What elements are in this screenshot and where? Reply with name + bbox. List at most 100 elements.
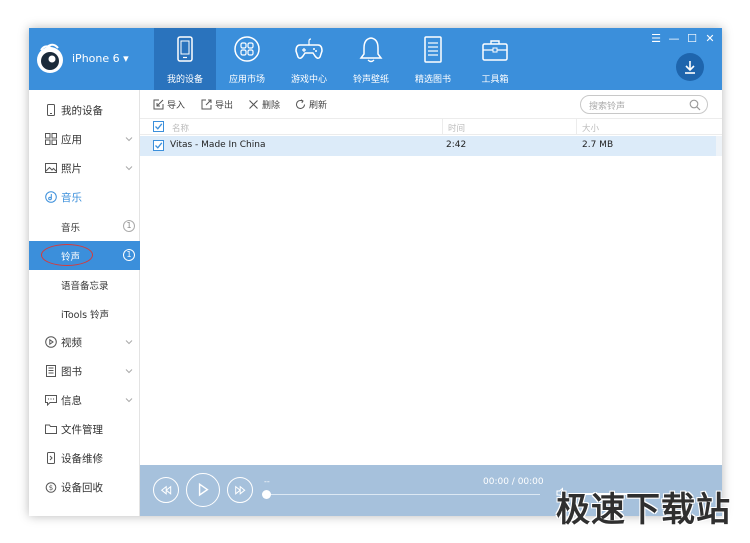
close-icon[interactable]: ✕: [704, 32, 716, 45]
refresh-button[interactable]: 刷新: [295, 98, 327, 111]
watermark-text: 极速下载站: [556, 490, 731, 530]
next-button[interactable]: [227, 477, 253, 503]
sidebar-item-label: 音乐: [61, 222, 81, 234]
table-header: 名称 时间 大小: [140, 119, 722, 135]
table-row[interactable]: Vitas - Made In China 2:42 2.7 MB: [140, 136, 716, 156]
maximize-icon[interactable]: ☐: [686, 32, 698, 45]
sidebar-item-label: iTools 铃声: [61, 309, 110, 321]
refresh-label: 刷新: [309, 101, 328, 111]
sidebar-item-music[interactable]: 音乐: [29, 183, 140, 212]
chevron-down-icon[interactable]: [125, 396, 133, 404]
row-size: 2.7 MB: [582, 140, 614, 150]
playback-time: 00:00 / 00:00: [483, 477, 544, 487]
search-placeholder: 搜索铃声: [589, 102, 626, 112]
minimize-icon[interactable]: —: [668, 32, 680, 45]
sidebar-item-label: 照片: [61, 163, 82, 175]
menu-icon[interactable]: ☰: [650, 32, 662, 45]
tab-game-center[interactable]: 游戏中心: [278, 28, 340, 90]
search-icon[interactable]: [689, 99, 701, 111]
repair-icon: [47, 452, 55, 464]
import-button[interactable]: 导入: [153, 98, 185, 111]
fast-forward-icon: [235, 485, 246, 495]
column-divider[interactable]: [576, 119, 577, 135]
export-button[interactable]: 导出: [201, 98, 233, 111]
select-all-checkbox[interactable]: [153, 121, 164, 132]
column-header-size[interactable]: 大小: [582, 122, 599, 134]
delete-button[interactable]: 删除: [248, 98, 280, 111]
tab-label: 工具箱: [481, 75, 509, 85]
sidebar-item-my-device[interactable]: 我的设备: [29, 96, 140, 125]
video-icon: [45, 336, 57, 348]
count-badge: 1: [123, 249, 135, 261]
folder-icon: [45, 424, 57, 434]
chevron-down-icon[interactable]: [125, 135, 133, 143]
play-button[interactable]: [186, 473, 220, 507]
column-header-name[interactable]: 名称: [172, 122, 189, 134]
sidebar-item-device-repair[interactable]: 设备维修: [29, 444, 140, 473]
window-controls: ☰ — ☐ ✕: [650, 32, 716, 45]
phone-icon: [177, 36, 193, 62]
music-icon: [45, 191, 57, 203]
svg-text:$: $: [49, 484, 53, 492]
row-time: 2:42: [446, 140, 467, 150]
count-badge: 1: [123, 220, 135, 232]
progress-track[interactable]: [266, 494, 540, 495]
sidebar-item-file-manager[interactable]: 文件管理: [29, 415, 140, 444]
books-icon: [46, 365, 56, 377]
sidebar-item-messages[interactable]: 信息: [29, 386, 140, 415]
bell-icon: [359, 37, 383, 63]
export-icon: [201, 99, 212, 110]
column-divider[interactable]: [442, 119, 443, 135]
device-selector[interactable]: iPhone 6 ▾: [29, 28, 154, 90]
tab-label: 精选图书: [414, 75, 451, 85]
tab-toolbox[interactable]: 工具箱: [464, 28, 526, 90]
rewind-icon: [160, 485, 171, 495]
sidebar-item-voice-memos[interactable]: 语音备忘录: [29, 270, 140, 299]
tab-ringtone-wallpaper[interactable]: 铃声壁纸: [340, 28, 402, 90]
progress-handle[interactable]: [262, 490, 271, 499]
sidebar-item-label: 我的设备: [61, 105, 103, 117]
tab-app-market[interactable]: 应用市场: [216, 28, 278, 90]
header-bar: iPhone 6 ▾ 我的设备 应用市场 游戏中心 铃声壁纸 精选图书 工具箱 …: [29, 28, 722, 90]
column-header-time[interactable]: 时间: [448, 122, 465, 134]
search-input[interactable]: 搜索铃声: [580, 95, 708, 114]
refresh-icon: [296, 99, 305, 109]
photo-icon: [45, 163, 57, 173]
sidebar-item-ringtones[interactable]: 铃声 1: [29, 241, 140, 270]
sidebar-item-label: 图书: [61, 366, 82, 378]
scrollbar[interactable]: [716, 136, 722, 156]
download-manager-button[interactable]: [676, 53, 704, 81]
itools-logo-icon: [37, 43, 63, 73]
previous-button[interactable]: [153, 477, 179, 503]
delete-label: 删除: [262, 101, 281, 111]
sidebar-item-label: 铃声: [61, 251, 81, 263]
sidebar: 我的设备 应用 照片 音乐 音乐 1 铃声 1 语音备忘录 iTools 铃声 …: [29, 90, 140, 516]
device-name[interactable]: iPhone 6 ▾: [72, 52, 129, 65]
sidebar-item-music-list[interactable]: 音乐 1: [29, 212, 140, 241]
row-name: Vitas - Made In China: [170, 140, 266, 150]
sidebar-item-books[interactable]: 图书: [29, 357, 140, 386]
sidebar-item-device-recycle[interactable]: $ 设备回收: [29, 473, 140, 502]
sidebar-item-label: 设备维修: [61, 453, 103, 465]
import-label: 导入: [167, 101, 186, 111]
tab-label: 游戏中心: [290, 75, 327, 85]
chevron-down-icon[interactable]: [125, 164, 133, 172]
sidebar-item-apps[interactable]: 应用: [29, 125, 140, 154]
sidebar-item-video[interactable]: 视频: [29, 328, 140, 357]
download-icon: [685, 61, 695, 74]
app-window: iPhone 6 ▾ 我的设备 应用市场 游戏中心 铃声壁纸 精选图书 工具箱 …: [29, 28, 722, 516]
sidebar-item-label: 应用: [61, 134, 82, 146]
chevron-down-icon[interactable]: [125, 367, 133, 375]
tab-featured-books[interactable]: 精选图书: [402, 28, 464, 90]
sidebar-item-photos[interactable]: 照片: [29, 154, 140, 183]
row-checkbox[interactable]: [153, 140, 164, 151]
sidebar-item-itools-ringtones[interactable]: iTools 铃声: [29, 299, 140, 328]
sidebar-item-label: 文件管理: [61, 424, 103, 436]
main-nav: 我的设备 应用市场 游戏中心 铃声壁纸 精选图书 工具箱: [154, 28, 526, 90]
apps-icon: [234, 36, 260, 62]
checkmark-icon: [155, 142, 163, 149]
tab-label: 铃声壁纸: [352, 75, 389, 85]
tab-my-device[interactable]: 我的设备: [154, 28, 216, 90]
sidebar-item-label: 信息: [61, 395, 82, 407]
chevron-down-icon[interactable]: [125, 338, 133, 346]
